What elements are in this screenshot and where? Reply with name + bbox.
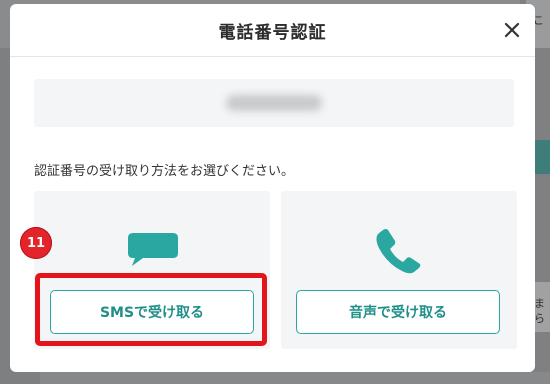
modal-title: 電話番号認証 (218, 23, 327, 43)
voice-option-card: 音声で受け取る (281, 191, 517, 349)
phone-number-display (34, 79, 514, 127)
close-icon (504, 22, 520, 38)
instruction-text: 認証番号の受け取り方法をお選びください。 (34, 164, 295, 179)
background-text-bottom: ま ら (534, 296, 545, 326)
background-text-line-1: ま (534, 297, 545, 310)
background-footer (40, 372, 550, 384)
chat-bubble-icon (128, 233, 178, 266)
annotation-highlight-box (35, 273, 267, 346)
phone-icon (376, 229, 421, 274)
background-text-line-2: ら (534, 312, 545, 325)
modal-header: 電話番号認証 (10, 4, 535, 57)
close-button[interactable] (500, 18, 524, 42)
phone-number-blurred (226, 95, 322, 111)
step-number-badge: 11 (20, 227, 52, 259)
voice-receive-button[interactable]: 音声で受け取る (296, 290, 500, 334)
